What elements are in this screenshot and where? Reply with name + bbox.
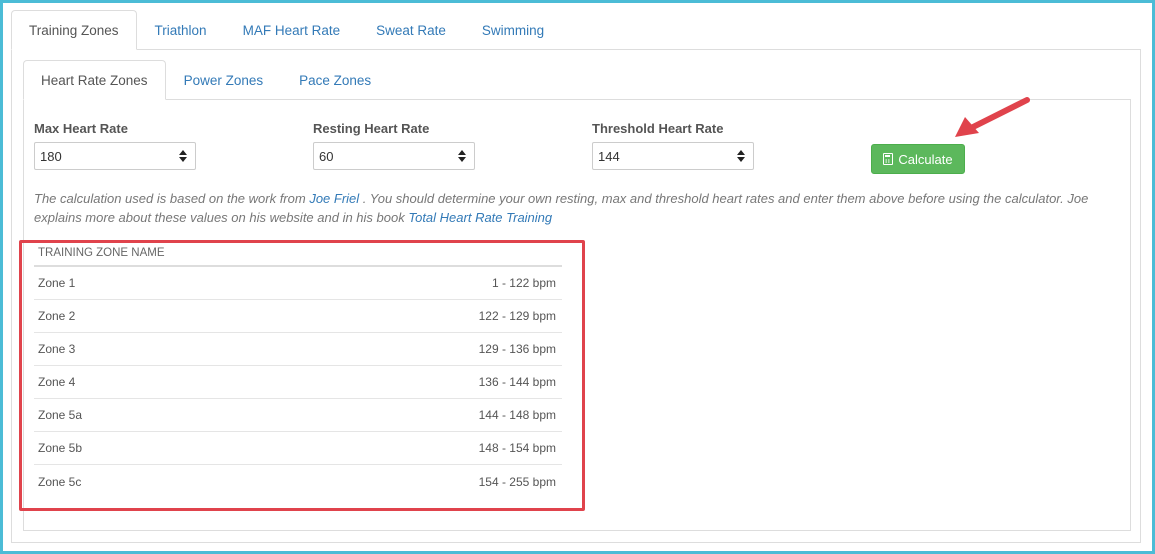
threshold-heart-rate-input[interactable] — [593, 143, 733, 169]
zone-name: Zone 1 — [38, 276, 76, 290]
total-heart-rate-training-link[interactable]: Total Heart Rate Training — [408, 210, 552, 225]
table-row: Zone 1 1 - 122 bpm — [34, 267, 562, 300]
tab-heart-rate-zones[interactable]: Heart Rate Zones — [23, 60, 166, 100]
zone-name: Zone 2 — [38, 309, 76, 323]
calculator-icon — [883, 153, 894, 165]
zone-name: Zone 5c — [38, 474, 82, 489]
zone-range: 154 - 255 bpm — [478, 474, 556, 489]
inner-tabs: Heart Rate Zones Power Zones Pace Zones — [23, 60, 389, 100]
tab-sweat-rate[interactable]: Sweat Rate — [358, 10, 464, 50]
max-heart-rate-input[interactable] — [35, 143, 175, 169]
zone-range: 129 - 136 bpm — [478, 342, 556, 356]
zone-name: Zone 5b — [38, 441, 83, 455]
zone-range: 144 - 148 bpm — [478, 408, 556, 422]
annotation-arrow-icon — [955, 97, 1030, 137]
table-row: Zone 2 122 - 129 bpm — [34, 300, 562, 333]
table-row: Zone 5b 148 - 154 bpm — [34, 432, 562, 465]
threshold-heart-rate-field: Threshold Heart Rate — [592, 121, 754, 170]
max-heart-rate-label: Max Heart Rate — [34, 121, 128, 136]
zone-name: Zone 4 — [38, 375, 76, 389]
tab-triathlon[interactable]: Triathlon — [137, 10, 225, 50]
calculate-button[interactable]: Calculate — [871, 144, 965, 174]
table-row: Zone 5a 144 - 148 bpm — [34, 399, 562, 432]
zone-range: 1 - 122 bpm — [491, 276, 556, 290]
calculate-label: Calculate — [898, 151, 953, 167]
threshold-heart-rate-label: Threshold Heart Rate — [592, 121, 724, 136]
training-zones-table: TRAINING ZONE NAME Zone 1 1 - 122 bpm Zon… — [34, 241, 562, 498]
tab-training-zones[interactable]: Training Zones — [11, 10, 137, 50]
table-row: Zone 3 129 - 136 bpm — [34, 333, 562, 366]
threshold-heart-rate-stepper[interactable] — [592, 142, 754, 170]
outer-tabs: Training Zones Triathlon MAF Heart Rate … — [11, 10, 562, 50]
joe-friel-link[interactable]: Joe Friel — [309, 191, 359, 206]
zone-range: 122 - 129 bpm — [478, 309, 556, 323]
zone-range: 136 - 144 bpm — [478, 375, 556, 389]
calculation-description: The calculation used is based on the wor… — [34, 189, 1129, 227]
zone-name: Zone 3 — [38, 342, 76, 356]
max-heart-rate-stepper[interactable] — [34, 142, 196, 170]
spinner-icon[interactable] — [179, 150, 187, 162]
resting-heart-rate-label: Resting Heart Rate — [313, 121, 430, 136]
resting-heart-rate-input[interactable] — [314, 143, 454, 169]
tab-swimming[interactable]: Swimming — [464, 10, 562, 50]
table-row: Zone 4 136 - 144 bpm — [34, 366, 562, 399]
max-heart-rate-field: Max Heart Rate — [34, 121, 196, 170]
resting-heart-rate-field: Resting Heart Rate — [313, 121, 475, 170]
table-row: Zone 5c 154 - 255 bpm — [34, 465, 562, 498]
zones-table-header: TRAINING ZONE NAME — [34, 241, 562, 267]
spinner-icon[interactable] — [737, 150, 745, 162]
zone-name: Zone 5a — [38, 408, 83, 422]
resting-heart-rate-stepper[interactable] — [313, 142, 475, 170]
description-text-1: The calculation used is based on the wor… — [34, 191, 310, 206]
tab-maf-heart-rate[interactable]: MAF Heart Rate — [225, 10, 359, 50]
tab-pace-zones[interactable]: Pace Zones — [281, 60, 389, 100]
spinner-icon[interactable] — [458, 150, 466, 162]
zone-range: 148 - 154 bpm — [478, 441, 556, 455]
tab-power-zones[interactable]: Power Zones — [166, 60, 282, 100]
